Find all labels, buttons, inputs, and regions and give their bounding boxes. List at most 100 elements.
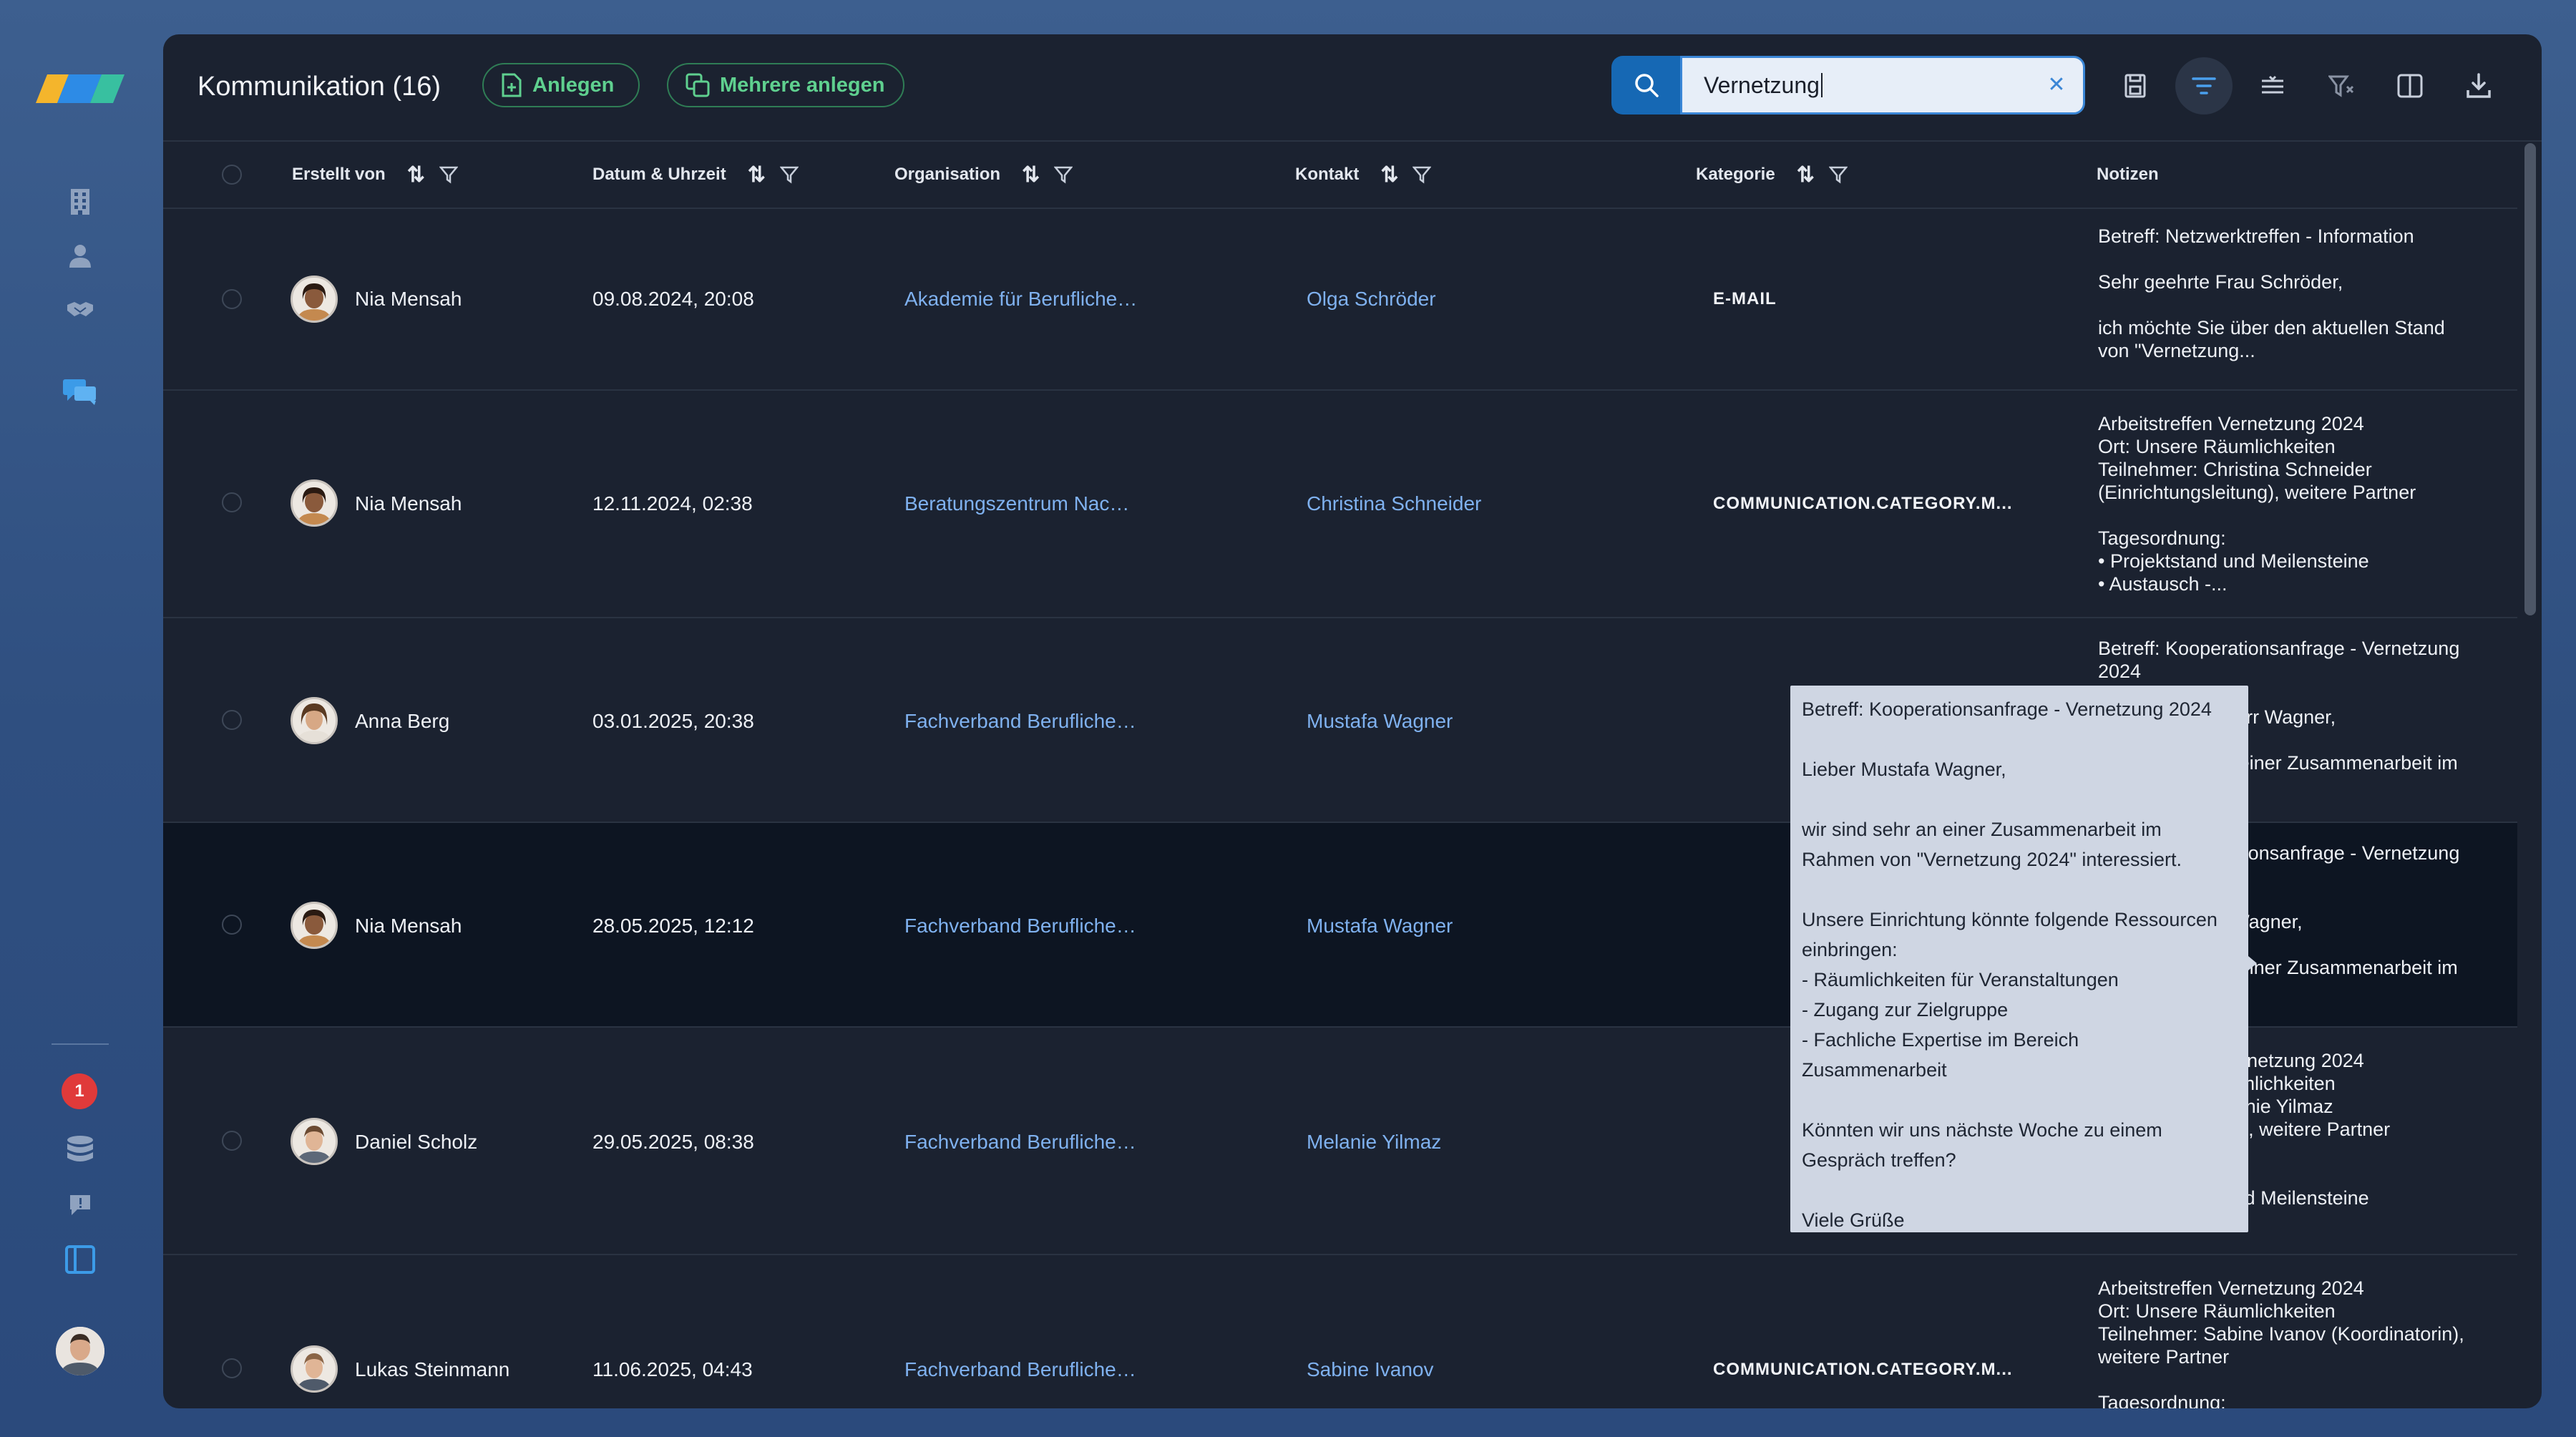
author-name: Daniel Scholz — [355, 1131, 478, 1153]
column-organisation-label: Organisation — [894, 165, 1001, 184]
avatar — [291, 1118, 338, 1165]
row-datetime: 03.01.2025, 20:38 — [592, 710, 754, 732]
organisation-link[interactable]: Fachverband Berufliche… — [904, 915, 1136, 937]
filter-icon[interactable] — [439, 165, 458, 184]
database-icon[interactable] — [63, 1132, 97, 1166]
author-name: Nia Mensah — [355, 288, 462, 310]
column-notes-label: Notizen — [2097, 165, 2159, 184]
author-name: Nia Mensah — [355, 915, 462, 937]
category-label: COMMUNICATION.CATEGORY.M... — [1713, 494, 2013, 513]
avatar — [291, 902, 338, 949]
organisation-link[interactable]: Akademie für Berufliche… — [904, 288, 1137, 311]
save-filter-icon[interactable] — [2107, 57, 2164, 115]
contact-link[interactable]: Christina Schneider — [1307, 492, 1481, 515]
row-checkbox[interactable] — [222, 492, 242, 512]
feedback-icon[interactable] — [63, 1188, 97, 1222]
contact-link[interactable]: Melanie Yilmaz — [1307, 1131, 1441, 1154]
column-created-by-label: Erstellt von — [292, 165, 386, 184]
table-row[interactable]: Nia Mensah 12.11.2024, 02:38 Beratungsze… — [163, 391, 2517, 618]
category-label: E-MAIL — [1713, 289, 1777, 308]
author-name: Lukas Steinmann — [355, 1358, 510, 1380]
column-organisation[interactable]: Organisation ⇅ — [894, 142, 1073, 208]
create-button[interactable]: Anlegen — [482, 63, 640, 107]
search-input-value: Vernetzung — [1704, 72, 1820, 98]
row-datetime: 11.06.2025, 04:43 — [592, 1358, 753, 1380]
notes-tooltip: Betreff: Kooperationsanfrage - Vernetzun… — [1790, 686, 2257, 1232]
column-category[interactable]: Kategorie ⇅ — [1696, 142, 1848, 208]
user-avatar[interactable] — [56, 1327, 104, 1375]
app-logo[interactable] — [36, 74, 125, 112]
organisation-link[interactable]: Fachverband Berufliche… — [904, 710, 1136, 733]
copy-icon — [686, 73, 710, 97]
column-datetime-label: Datum & Uhrzeit — [592, 165, 726, 184]
notes-text[interactable]: Betreff: Netzwerktreffen - Information S… — [2098, 225, 2499, 382]
sort-icon[interactable]: ⇅ — [1797, 162, 1815, 187]
row-datetime: 12.11.2024, 02:38 — [592, 492, 753, 515]
sort-icon[interactable]: ⇅ — [1380, 162, 1398, 187]
row-checkbox[interactable] — [222, 1131, 242, 1151]
chat-icon[interactable] — [63, 375, 97, 409]
organisation-link[interactable]: Fachverband Berufliche… — [904, 1131, 1136, 1154]
avatar — [291, 276, 338, 323]
download-icon[interactable] — [2450, 57, 2507, 115]
sidebar: 1 — [0, 0, 160, 1437]
search-button[interactable] — [1611, 56, 1682, 115]
column-notes: Notizen — [2097, 142, 2159, 208]
notes-text[interactable]: Arbeitstreffen Vernetzung 2024 Ort: Unse… — [2098, 1277, 2499, 1408]
row-checkbox[interactable] — [222, 289, 242, 309]
toolbar: Kommunikation (16) Anlegen Mehrere anleg… — [163, 34, 2542, 142]
search-icon — [1635, 74, 1659, 97]
sidebar-divider — [52, 1043, 109, 1045]
organisation-link[interactable]: Fachverband Berufliche… — [904, 1358, 1136, 1381]
table-row[interactable]: Lukas Steinmann 11.06.2025, 04:43 Fachve… — [163, 1255, 2517, 1408]
clear-filter-icon[interactable] — [2313, 57, 2370, 115]
handshake-icon[interactable] — [63, 292, 97, 326]
column-contact-label: Kontakt — [1295, 165, 1360, 184]
filter-icon[interactable] — [1828, 165, 1848, 184]
row-checkbox[interactable] — [222, 1358, 242, 1378]
main-panel: Kommunikation (16) Anlegen Mehrere anleg… — [163, 34, 2542, 1408]
density-icon[interactable] — [2244, 57, 2301, 115]
person-icon[interactable] — [63, 239, 97, 273]
search-input[interactable]: Vernetzung — [1680, 56, 2085, 115]
contact-link[interactable]: Mustafa Wagner — [1307, 710, 1453, 733]
avatar — [291, 1345, 338, 1393]
sort-icon[interactable]: ⇅ — [1022, 162, 1040, 187]
author-name: Nia Mensah — [355, 492, 462, 515]
avatar — [291, 479, 338, 527]
column-created-by[interactable]: Erstellt von ⇅ — [292, 142, 458, 208]
panel-icon[interactable] — [63, 1242, 97, 1277]
create-multiple-label: Mehrere anlegen — [720, 73, 885, 97]
contact-link[interactable]: Mustafa Wagner — [1307, 915, 1453, 937]
organisation-link[interactable]: Beratungszentrum Nac… — [904, 492, 1129, 515]
filter-icon[interactable] — [1413, 165, 1432, 184]
row-datetime: 29.05.2025, 08:38 — [592, 1131, 754, 1153]
sort-icon[interactable]: ⇅ — [407, 162, 425, 187]
column-category-label: Kategorie — [1696, 165, 1775, 184]
table-header: Erstellt von ⇅ Datum & Uhrzeit ⇅ Organis… — [163, 142, 2517, 209]
clear-search-icon[interactable]: ✕ — [2042, 69, 2071, 100]
vertical-scrollbar[interactable] — [2524, 143, 2536, 615]
row-checkbox[interactable] — [222, 915, 242, 935]
columns-icon[interactable] — [2381, 57, 2439, 115]
building-icon[interactable] — [63, 185, 97, 219]
category-label: COMMUNICATION.CATEGORY.M... — [1713, 1360, 2013, 1379]
filter-icon[interactable] — [779, 165, 799, 184]
select-all-checkbox[interactable] — [222, 165, 242, 185]
avatar — [291, 697, 338, 744]
filter-icon[interactable] — [1054, 165, 1073, 184]
create-button-label: Anlegen — [532, 73, 615, 97]
notification-badge[interactable]: 1 — [62, 1073, 97, 1109]
row-checkbox[interactable] — [222, 710, 242, 730]
column-datetime[interactable]: Datum & Uhrzeit ⇅ — [592, 142, 799, 208]
create-multiple-button[interactable]: Mehrere anlegen — [667, 63, 904, 107]
column-contact[interactable]: Kontakt ⇅ — [1295, 142, 1432, 208]
contact-link[interactable]: Olga Schröder — [1307, 288, 1436, 311]
contact-link[interactable]: Sabine Ivanov — [1307, 1358, 1433, 1381]
filter-lines-icon[interactable] — [2175, 57, 2233, 115]
table-row[interactable]: Nia Mensah 09.08.2024, 20:08 Akademie fü… — [163, 209, 2517, 391]
file-plus-icon — [502, 73, 522, 97]
notes-text[interactable]: Arbeitstreffen Vernetzung 2024 Ort: Unse… — [2098, 412, 2499, 613]
page-title: Kommunikation (16) — [197, 72, 441, 102]
sort-icon[interactable]: ⇅ — [748, 162, 766, 187]
